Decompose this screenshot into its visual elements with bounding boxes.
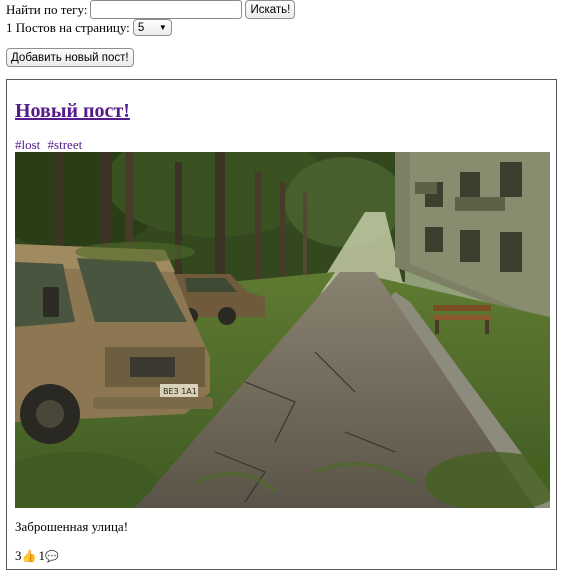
thumbs-up-icon: 👍 <box>21 549 37 563</box>
post-title-link[interactable]: Новый пост! <box>15 100 130 123</box>
posts-per-page-select[interactable]: 5 ▼ <box>132 19 172 36</box>
speech-bubble-icon: 💬 <box>44 549 59 563</box>
post-tags: #lost #street <box>15 137 86 153</box>
search-label: Найти по тегу: <box>6 1 88 17</box>
comment-button[interactable]: 1 💬 <box>38 548 58 564</box>
search-input[interactable] <box>90 0 243 19</box>
search-bar: Найти по тегу: Искать! <box>6 0 296 19</box>
post-caption: Заброшенная улица! <box>15 519 129 534</box>
abandoned-street-photo: ВЕЗ 1А1 <box>15 152 550 508</box>
posts-per-page-value: 5 <box>137 21 145 34</box>
like-button[interactable]: 3 👍 <box>15 548 36 564</box>
add-post-button[interactable]: Добавить новый пост! <box>6 48 134 67</box>
post-reactions: 3 👍 1 💬 <box>15 548 59 564</box>
paging-label: 1 Постов на страницу: <box>6 19 130 35</box>
search-button[interactable]: Искать! <box>245 0 296 19</box>
chevron-down-icon: ▼ <box>158 22 167 32</box>
paging-row: 1 Постов на страницу: 5 ▼ <box>6 18 172 37</box>
tag-link[interactable]: #street <box>48 137 83 152</box>
tag-link[interactable]: #lost <box>15 137 40 152</box>
post-card: Новый пост! #lost #street ВЕЗ 1А1 Заброш… <box>6 79 557 570</box>
license-plate-text: ВЕЗ 1А1 <box>163 387 197 396</box>
post-image: ВЕЗ 1А1 <box>15 152 550 508</box>
add-row: Добавить новый пост! <box>6 48 134 67</box>
